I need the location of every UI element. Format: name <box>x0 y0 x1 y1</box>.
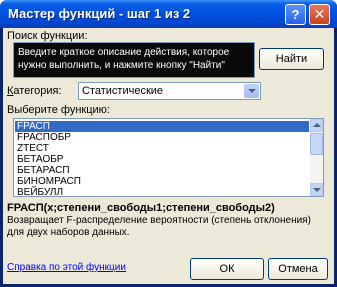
scroll-thumb[interactable] <box>310 133 323 155</box>
scroll-up-icon[interactable] <box>310 119 323 132</box>
cancel-button[interactable]: Отмена <box>268 258 328 280</box>
title-bar[interactable]: Мастер функций - шаг 1 из 2 ? ✕ <box>0 0 337 28</box>
ok-button[interactable]: ОК <box>190 258 264 280</box>
function-list-label: Выберите функцию: <box>7 104 110 116</box>
list-item[interactable]: БЕТАОБР <box>17 154 63 165</box>
list-item[interactable]: БЕТАРАСП <box>17 165 70 176</box>
chevron-down-icon[interactable] <box>244 84 259 98</box>
function-help-link[interactable]: Справка по этой функции <box>7 262 126 273</box>
list-item[interactable]: FРАСПОБР <box>17 132 71 143</box>
category-selected-value: Статистические <box>82 85 164 97</box>
function-listbox[interactable]: FРАСП FРАСПОБР ZТЕСТ БЕТАОБР БЕТАРАСП БИ… <box>13 118 324 197</box>
close-button[interactable]: ✕ <box>309 4 330 25</box>
search-label: Поиск функции: <box>7 30 88 42</box>
list-item[interactable]: FРАСП <box>15 121 309 132</box>
scroll-down-icon[interactable] <box>310 183 323 196</box>
function-description: Возвращает F-распределение вероятности (… <box>7 215 311 238</box>
category-select[interactable]: Статистические <box>78 82 261 100</box>
dialog-body: Поиск функции: Введите краткое описание … <box>3 28 334 284</box>
dialog-window: Мастер функций - шаг 1 из 2 ? ✕ Поиск фу… <box>0 0 337 287</box>
search-input[interactable]: Введите краткое описание действия, котор… <box>13 42 255 78</box>
list-item[interactable]: БИНОМРАСП <box>17 176 81 187</box>
category-label-rest: атегория: <box>13 85 62 97</box>
list-item[interactable]: ZТЕСТ <box>17 143 49 154</box>
window-title: Мастер функций - шаг 1 из 2 <box>8 6 191 21</box>
function-signature: FРАСП(x;степени_свободы1;степени_свободы… <box>7 202 275 214</box>
list-item[interactable]: ВЕЙБУЛЛ <box>17 187 63 196</box>
find-button[interactable]: Найти <box>259 48 324 70</box>
category-label: Категория: <box>7 85 62 97</box>
vertical-scrollbar[interactable] <box>310 119 323 196</box>
help-button[interactable]: ? <box>285 4 306 25</box>
